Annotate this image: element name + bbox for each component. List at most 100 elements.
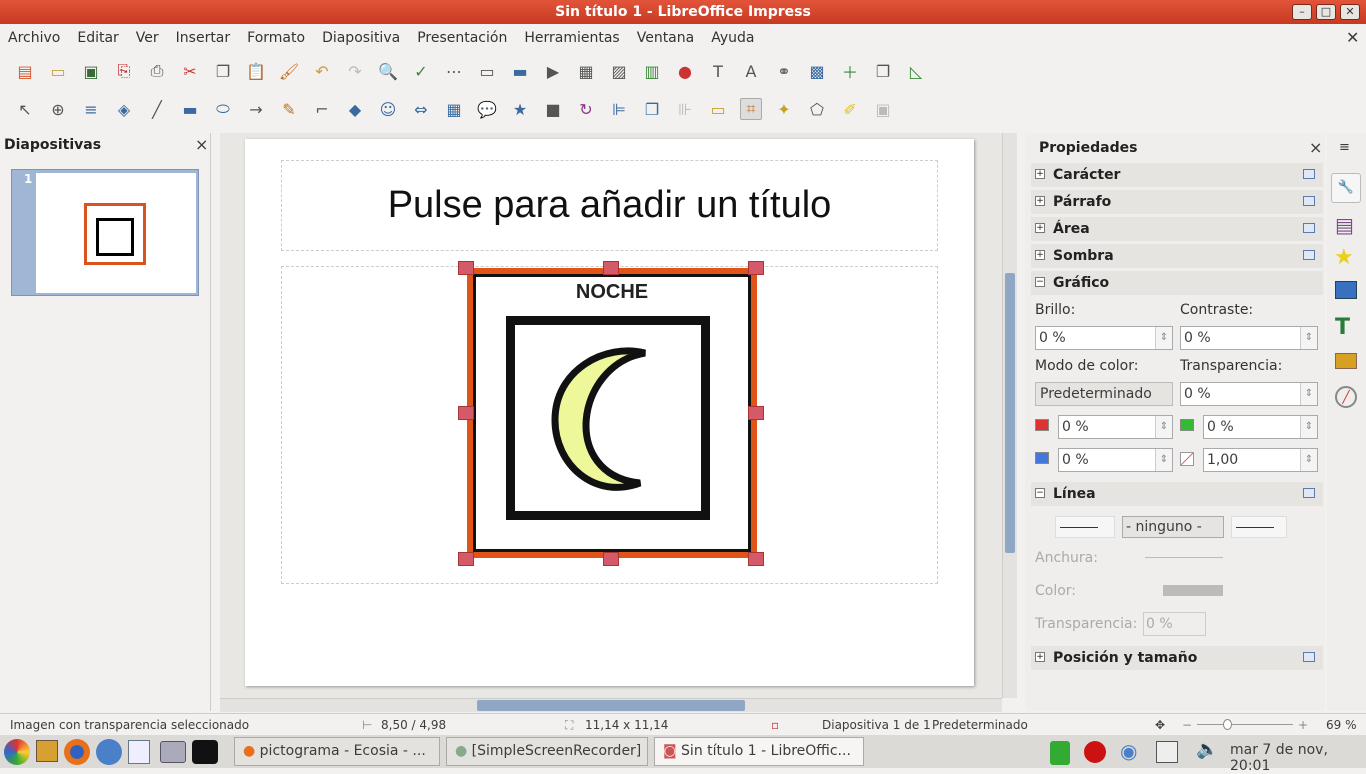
connector-icon[interactable]: ⌐: [311, 98, 333, 120]
fill-color-icon[interactable]: ◈: [113, 98, 135, 120]
taskbar-item-ecosia[interactable]: ● pictograma - Ecosia - ...: [234, 737, 440, 766]
points-icon[interactable]: ⬠: [806, 98, 828, 120]
stars-icon[interactable]: ★: [509, 98, 531, 120]
text-editor-icon[interactable]: [128, 740, 150, 764]
zoom-slider[interactable]: [1197, 724, 1293, 725]
toggle-extrusion-icon[interactable]: ▣: [872, 98, 894, 120]
zoom-out-button[interactable]: −: [1182, 714, 1192, 736]
vertical-scrollbar[interactable]: [1002, 133, 1017, 698]
slide-thumbnail[interactable]: 1: [11, 169, 199, 296]
symbol-shapes-icon[interactable]: ☺: [377, 98, 399, 120]
slide-layout-icon[interactable]: ◺: [905, 60, 927, 82]
keyboard-indicator-icon[interactable]: [1156, 741, 1178, 763]
cut-icon[interactable]: ✂: [179, 60, 201, 82]
document-modified-icon[interactable]: ▫: [771, 714, 779, 736]
red-spinbox[interactable]: 0 %: [1058, 415, 1173, 439]
slide-transition-tab-icon[interactable]: ▤: [1335, 213, 1354, 237]
new-icon[interactable]: ▤: [14, 60, 36, 82]
spelling-icon[interactable]: ✓: [410, 60, 432, 82]
crop-icon[interactable]: ⌗: [740, 98, 762, 120]
text-box-icon[interactable]: T: [707, 60, 729, 82]
grid-icon[interactable]: ⋯: [443, 60, 465, 82]
battery-icon[interactable]: [1050, 741, 1070, 765]
vertical-scroll-thumb[interactable]: [1005, 273, 1015, 553]
undo-icon[interactable]: ↶: [311, 60, 333, 82]
shadow-icon[interactable]: ▭: [707, 98, 729, 120]
title-placeholder[interactable]: Pulse para añadir un título: [281, 160, 938, 251]
sidebar-menu-icon[interactable]: ≡: [1339, 140, 1350, 155]
new-slide-icon[interactable]: ＋: [839, 60, 861, 82]
section-area[interactable]: + Área: [1031, 217, 1323, 241]
arrow-icon[interactable]: →: [245, 98, 267, 120]
select-icon[interactable]: ↖: [14, 98, 36, 120]
brillo-spinbox[interactable]: 0 %: [1035, 326, 1173, 350]
menu-editar[interactable]: Editar: [77, 30, 118, 46]
rectangle-icon[interactable]: ▬: [179, 98, 201, 120]
properties-tab-icon[interactable]: 🔧: [1331, 173, 1361, 203]
animation-tab-icon[interactable]: ★: [1334, 245, 1354, 270]
resize-handle[interactable]: [603, 261, 619, 275]
line-color-icon[interactable]: ≡: [80, 98, 102, 120]
app-menu-icon[interactable]: [4, 739, 30, 765]
fit-slide-icon[interactable]: ✥: [1155, 714, 1165, 736]
taskbar-item-impress[interactable]: ◙ Sin título 1 - LibreOffic...: [654, 737, 864, 766]
line-start-dropdown[interactable]: [1055, 516, 1115, 538]
menu-herramientas[interactable]: Herramientas: [524, 30, 619, 46]
launcher-icon[interactable]: [36, 740, 58, 762]
menu-formato[interactable]: Formato: [247, 30, 305, 46]
print-icon[interactable]: ⎙: [146, 60, 168, 82]
zoom-slider-thumb[interactable]: [1223, 719, 1232, 730]
chart-icon[interactable]: ▥: [641, 60, 663, 82]
hyperlink-icon[interactable]: ⚭: [773, 60, 795, 82]
clock[interactable]: mar 7 de nov, 20:01: [1230, 742, 1366, 774]
fontwork-icon[interactable]: A: [740, 60, 762, 82]
clone-format-icon[interactable]: 🖌: [278, 60, 300, 82]
navigator-tab-icon[interactable]: ╱: [1335, 386, 1357, 408]
filter-icon[interactable]: ✦: [773, 98, 795, 120]
taskbar-item-screenrecorder[interactable]: ● [SimpleScreenRecorder]: [446, 737, 648, 766]
paste-icon[interactable]: 📋: [245, 60, 267, 82]
slide-canvas[interactable]: Pulse para añadir un título NOCHE: [245, 139, 974, 686]
section-sombra[interactable]: + Sombra: [1031, 244, 1323, 268]
firefox-icon[interactable]: [64, 739, 90, 765]
resize-handle[interactable]: [748, 261, 764, 275]
selected-image[interactable]: NOCHE: [467, 268, 757, 558]
flowchart-icon[interactable]: ▦: [443, 98, 465, 120]
line-style-dropdown[interactable]: - ninguno -: [1122, 516, 1224, 538]
green-spinbox[interactable]: 0 %: [1203, 415, 1318, 439]
resize-handle[interactable]: [458, 406, 474, 420]
align-icon[interactable]: ⊫: [608, 98, 630, 120]
volume-icon[interactable]: 🔈: [1196, 739, 1218, 760]
close-slides-pane-icon[interactable]: ×: [195, 135, 208, 154]
modo-color-dropdown[interactable]: Predeterminado: [1035, 382, 1173, 406]
minimize-button[interactable]: –: [1292, 4, 1312, 20]
master-page-name[interactable]: Predeterminado: [932, 714, 1028, 736]
glue-points-icon[interactable]: ✐: [839, 98, 861, 120]
more-options-icon[interactable]: [1303, 488, 1315, 498]
display-views-icon[interactable]: ▭: [476, 60, 498, 82]
export-pdf-icon[interactable]: ⎘: [113, 60, 135, 82]
block-arrows-icon[interactable]: ⇔: [410, 98, 432, 120]
transparencia-spinbox[interactable]: 0 %: [1180, 382, 1318, 406]
section-linea[interactable]: − Línea: [1031, 482, 1323, 506]
styles-tab-icon[interactable]: T: [1335, 315, 1350, 340]
start-presentation-icon[interactable]: ▶: [542, 60, 564, 82]
close-sidebar-icon[interactable]: ×: [1309, 138, 1322, 157]
section-parrafo[interactable]: + Párrafo: [1031, 190, 1323, 214]
more-options-icon[interactable]: [1303, 169, 1315, 179]
line-icon[interactable]: ╱: [146, 98, 168, 120]
duplicate-slide-icon[interactable]: ❐: [872, 60, 894, 82]
close-button[interactable]: ✕: [1340, 4, 1360, 20]
master-slide-icon[interactable]: ▬: [509, 60, 531, 82]
section-grafico[interactable]: − Gráfico: [1031, 271, 1323, 295]
menu-presentacion[interactable]: Presentación: [417, 30, 507, 46]
3d-objects-icon[interactable]: ■: [542, 98, 564, 120]
line-end-dropdown[interactable]: [1231, 516, 1287, 538]
curve-icon[interactable]: ✎: [278, 98, 300, 120]
maximize-button[interactable]: □: [1316, 4, 1336, 20]
menu-insertar[interactable]: Insertar: [176, 30, 231, 46]
arrange-icon[interactable]: ❐: [641, 98, 663, 120]
network-icon[interactable]: ◉: [1120, 739, 1137, 763]
menu-diapositiva[interactable]: Diapositiva: [322, 30, 400, 46]
resize-handle[interactable]: [458, 261, 474, 275]
